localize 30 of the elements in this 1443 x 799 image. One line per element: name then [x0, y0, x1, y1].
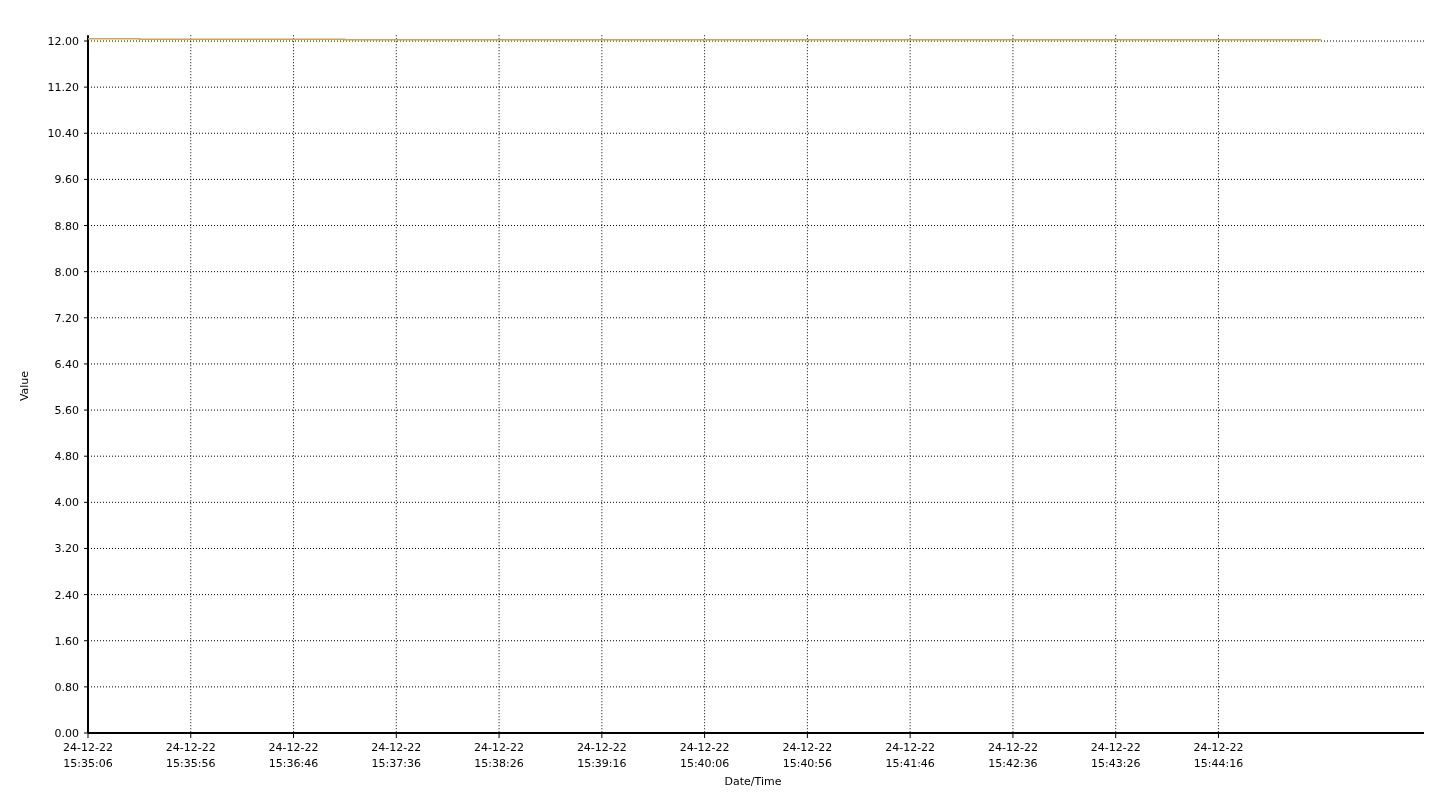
x-tick-label: 24-12-22 15:36:46: [268, 741, 319, 770]
y-tick-label: 11.20: [47, 81, 79, 95]
y-tick-label: 8.00: [54, 265, 79, 279]
y-tick-label: 3.20: [54, 542, 79, 556]
y-tick-label: 0.00: [54, 727, 79, 740]
x-tick-label: 24-12-22 15:39:16: [576, 741, 627, 770]
x-tick-label: 24-12-22 15:40:56: [782, 741, 833, 770]
x-tick-label: 24-12-22 15:37:36: [371, 741, 422, 770]
x-tick-label: 24-12-22 15:40:06: [679, 741, 730, 770]
x-tick-label: 24-12-22 15:43:26: [1090, 741, 1141, 770]
y-tick-label: 6.40: [54, 357, 79, 371]
x-tick-label: 24-12-22 15:44:16: [1193, 741, 1244, 770]
x-tick-label: 24-12-22 15:35:56: [165, 741, 216, 770]
x-tick-label: 24-12-22 15:35:06: [63, 741, 113, 770]
y-tick-label: 5.60: [54, 404, 79, 418]
x-tick-label: 24-12-22 15:38:26: [474, 741, 525, 770]
y-tick-label: 8.80: [54, 219, 79, 233]
y-tick-label: 1.60: [54, 634, 79, 648]
x-tick-label: 24-12-22 15:41:46: [885, 741, 936, 770]
y-tick-label: 2.40: [54, 588, 79, 602]
y-tick-label: 10.40: [47, 127, 79, 141]
y-tick-label: 4.00: [54, 496, 79, 510]
y-tick-label: 0.80: [54, 680, 79, 694]
y-axis-title: Value: [18, 370, 31, 402]
y-tick-label: 12.00: [47, 35, 79, 48]
y-tick-label: 9.60: [54, 173, 79, 187]
y-tick-label: 4.80: [54, 450, 79, 464]
x-axis-title: Date/Time: [724, 775, 782, 788]
y-tick-label: 7.20: [54, 311, 79, 325]
x-tick-label: 24-12-22 15:42:36: [987, 741, 1038, 770]
